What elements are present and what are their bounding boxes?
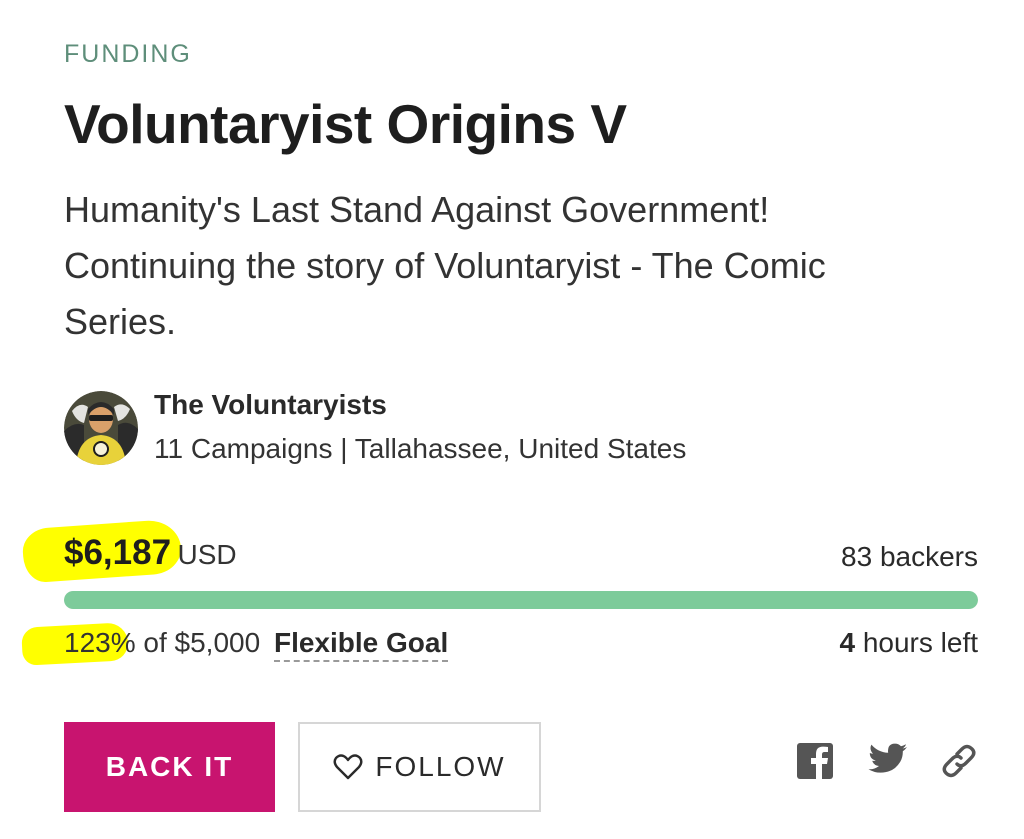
- progress-bar-fill: [64, 591, 978, 609]
- follow-button[interactable]: FOLLOW: [298, 722, 541, 812]
- funding-progress-bar: [64, 591, 978, 609]
- goal-summary: 123% of $5,000 Flexible Goal: [64, 627, 449, 662]
- campaign-card: FUNDING Voluntaryist Origins V Humanity'…: [21, 0, 978, 839]
- facebook-share-link[interactable]: [796, 742, 834, 780]
- time-left-value: 4: [839, 627, 856, 658]
- campaign-tagline: Humanity's Last Stand Against Government…: [64, 189, 826, 342]
- time-left-label: hours left: [862, 627, 978, 658]
- time-left: 4 hours left: [839, 627, 978, 659]
- amount-raised: $6,187 USD: [64, 533, 237, 573]
- back-it-button[interactable]: BACK IT: [64, 722, 275, 812]
- campaign-title: Voluntaryist Origins V: [64, 93, 627, 155]
- backers-label: backers: [879, 541, 978, 572]
- owner-meta: 11 Campaigns | Tallahassee, United State…: [154, 433, 687, 464]
- avatar-image: [64, 391, 138, 465]
- facebook-icon: [797, 743, 833, 779]
- follow-label: FOLLOW: [375, 751, 506, 782]
- owner-name-link[interactable]: The Voluntaryists: [154, 389, 387, 421]
- goal-amount: of $5,000: [143, 627, 261, 658]
- link-icon: [942, 744, 976, 778]
- twitter-icon: [868, 743, 907, 773]
- share-links: [796, 742, 978, 780]
- raised-currency: USD: [177, 539, 237, 570]
- heart-icon: [333, 754, 363, 780]
- campaign-status: FUNDING: [64, 40, 192, 68]
- funded-percent: 123%: [64, 627, 136, 658]
- copy-link-button[interactable]: [940, 742, 978, 780]
- raised-amount: $6,187: [64, 533, 172, 572]
- avatar[interactable]: [64, 391, 138, 465]
- twitter-share-link[interactable]: [868, 742, 907, 780]
- goal-type-tooltip-trigger[interactable]: Flexible Goal: [273, 627, 449, 662]
- backers-count: 83 backers: [841, 541, 978, 573]
- backers-number: 83: [841, 541, 873, 572]
